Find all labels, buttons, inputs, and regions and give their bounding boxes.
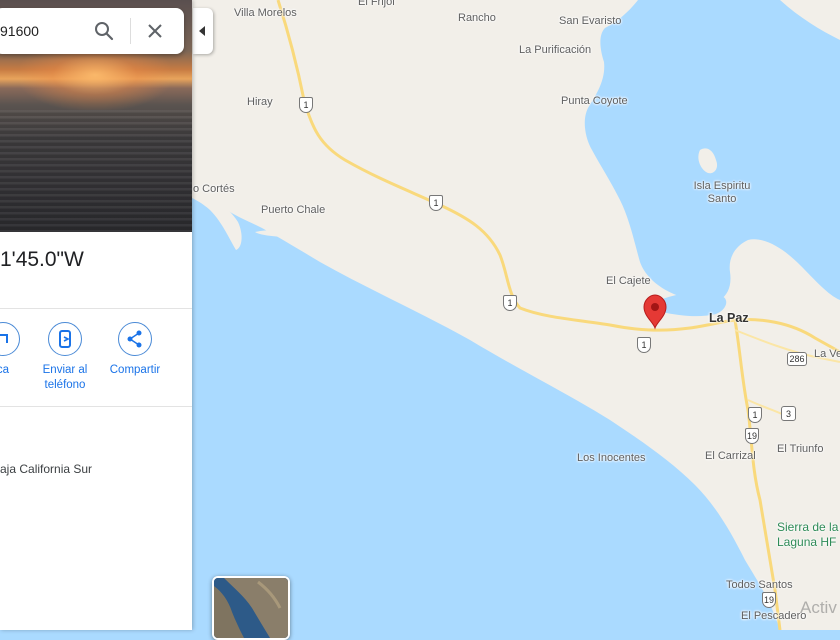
- search-input[interactable]: 91600: [0, 23, 39, 39]
- label-san-evaristo: San Evaristo: [559, 15, 622, 27]
- place-address: aja California Sur: [0, 462, 93, 476]
- satellite-layer-toggle[interactable]: [212, 576, 290, 640]
- search-icon[interactable]: [94, 21, 114, 41]
- label-la-purificacion: La Purificación: [519, 44, 592, 56]
- state-road-shield-icon: 3: [781, 406, 796, 421]
- state-road-shield-icon: 286: [787, 352, 807, 366]
- highway-shield-icon: 19: [762, 592, 776, 608]
- nearby-icon: [0, 322, 20, 356]
- label-punta-coyote: Punta Coyote: [561, 95, 628, 107]
- label-rancho: Rancho: [458, 12, 496, 24]
- search-divider: [130, 18, 131, 44]
- label-isla-espiritu-santo: Isla Espiritu Santo: [693, 180, 751, 205]
- action-share-button[interactable]: Compartir: [100, 322, 170, 378]
- label-el-pescadero: El Pescadero: [741, 610, 807, 622]
- label-el-carrizal: El Carrizal: [705, 450, 756, 462]
- caret-left-icon: [199, 26, 205, 36]
- satellite-thumbnail-icon: [214, 578, 288, 638]
- label-los-inocentes: Los Inocentes: [577, 452, 646, 464]
- label-todos-santos: Todos Santos: [726, 579, 793, 591]
- place-title: 1'45.0"W: [0, 248, 84, 271]
- share-icon: [118, 322, 152, 356]
- highway-shield-icon: 1: [299, 97, 313, 113]
- label-puerto-chale: Puerto Chale: [261, 204, 326, 216]
- action-send-to-phone-button[interactable]: Enviar al teléfono: [30, 322, 100, 393]
- label-villa-morelos: Villa Morelos: [234, 7, 297, 19]
- place-side-panel: 91600 1'45.0"W ca Enviar al teléfono: [0, 0, 192, 630]
- highway-shield-icon: 1: [748, 407, 762, 423]
- divider: [0, 308, 192, 309]
- divider: [0, 406, 192, 407]
- label-el-triunfo: El Triunfo: [777, 443, 824, 455]
- label-el-frijol: El Frijol: [358, 0, 395, 8]
- collapse-panel-button[interactable]: [193, 8, 213, 54]
- highway-shield-icon: 1: [637, 337, 651, 353]
- highway-shield-icon: 1: [503, 295, 517, 311]
- label-la-ve: La Ve: [814, 348, 840, 360]
- close-icon[interactable]: [146, 22, 164, 40]
- action-label: Enviar al teléfono: [42, 364, 88, 391]
- label-hiray: Hiray: [247, 96, 273, 108]
- label-la-paz: La Paz: [709, 311, 749, 325]
- search-box[interactable]: 91600: [0, 8, 184, 54]
- label-cortes: o Cortés: [193, 183, 235, 195]
- activation-watermark: Activ: [800, 598, 837, 617]
- label-el-cajete: El Cajete: [606, 275, 651, 287]
- highway-shield-icon: 19: [745, 428, 759, 444]
- highway-shield-icon: 1: [429, 195, 443, 211]
- label-sierra-de-la-laguna: Sierra de la Laguna HF: [777, 520, 839, 549]
- sea-waves: [0, 110, 192, 232]
- phone-icon: [48, 322, 82, 356]
- action-label: Compartir: [109, 364, 161, 376]
